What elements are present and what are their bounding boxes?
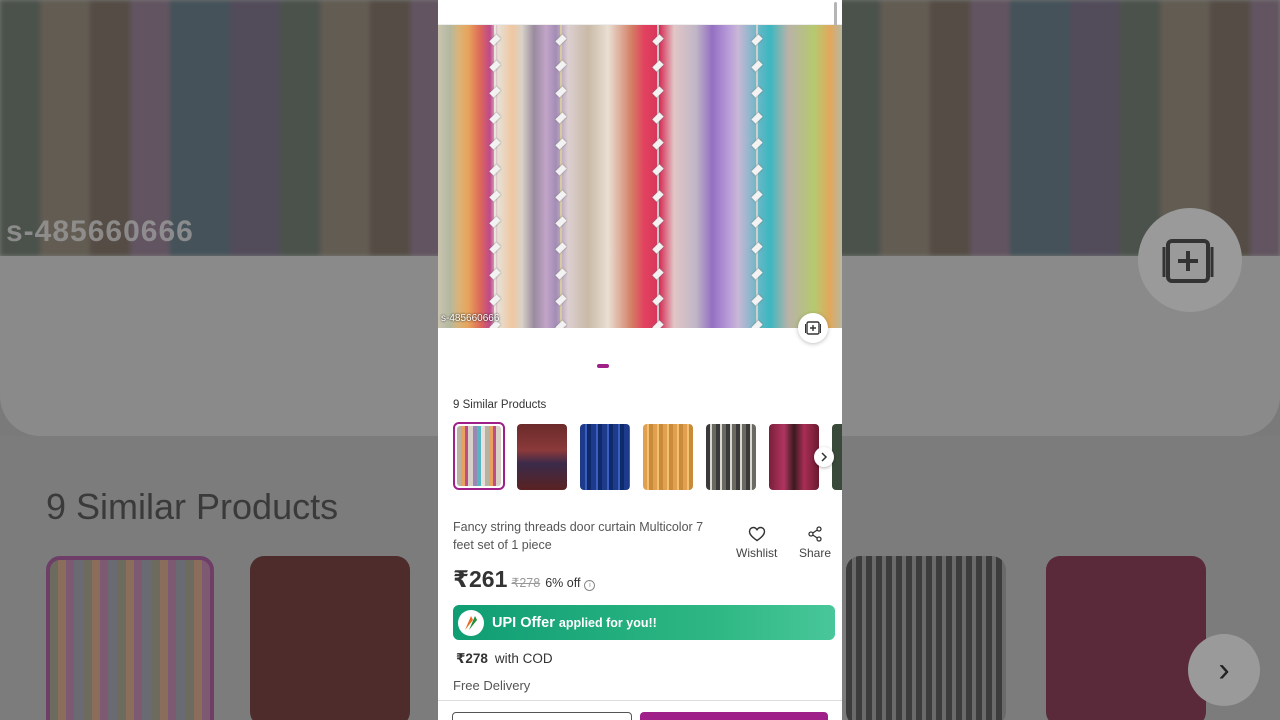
bead (751, 190, 763, 202)
wishlist-button[interactable]: Wishlist (736, 526, 777, 560)
bead (489, 60, 501, 72)
top-bar (438, 0, 842, 25)
bead (652, 34, 664, 46)
selling-price: ₹261 (453, 566, 508, 592)
discount-label: 6% off (545, 576, 581, 590)
background-thumb (250, 556, 410, 720)
bead (652, 320, 664, 328)
add-to-collection-icon (805, 321, 821, 335)
bead (652, 138, 664, 150)
background-thumb (1046, 556, 1206, 720)
bead (652, 268, 664, 280)
cod-label: with COD (494, 651, 553, 666)
bead (555, 190, 567, 202)
bead (751, 112, 763, 124)
share-icon (808, 526, 822, 542)
bead (652, 242, 664, 254)
wishlist-label: Wishlist (736, 546, 778, 560)
similar-product-thumb[interactable] (643, 424, 693, 490)
bead (652, 190, 664, 202)
bead (555, 60, 567, 72)
bead (489, 216, 501, 228)
original-price: ₹278 (511, 576, 541, 590)
bead (489, 112, 501, 124)
bead (652, 60, 664, 72)
bead (489, 164, 501, 176)
info-icon[interactable]: i (584, 580, 596, 591)
bead (555, 294, 567, 306)
bead (751, 268, 763, 280)
similar-next-button[interactable] (814, 447, 834, 467)
background-thumb (46, 556, 214, 720)
image-watermark: s-485660666 (441, 313, 500, 324)
bead (751, 34, 763, 46)
cod-price: ₹278 (456, 651, 488, 666)
add-to-collection-icon (1162, 239, 1214, 283)
bead (652, 294, 664, 306)
bead (555, 138, 567, 150)
similar-product-thumb[interactable] (580, 424, 630, 490)
background-thumb (846, 556, 1006, 720)
bead (489, 86, 501, 98)
heart-outline-icon (748, 526, 765, 542)
product-page: s-485660666 9 Similar Products Fancy str… (438, 0, 842, 720)
bead (489, 294, 501, 306)
buy-now-button[interactable] (640, 712, 828, 720)
share-button[interactable]: Share (799, 526, 831, 560)
similar-product-thumb[interactable] (706, 424, 756, 490)
bead (555, 320, 567, 328)
bead (652, 112, 664, 124)
bead (652, 86, 664, 98)
chevron-right-icon (821, 452, 828, 462)
divider (438, 700, 842, 701)
bead (489, 190, 501, 202)
similar-products-strip (453, 422, 842, 494)
cod-price-row: ₹278 with COD (456, 651, 553, 667)
bead (555, 86, 567, 98)
background-watermark: s-485660666 (6, 215, 194, 248)
upi-offer-banner: UPI Offer applied for you!! (453, 605, 835, 640)
similar-products-title: 9 Similar Products (453, 399, 547, 411)
bead (555, 112, 567, 124)
upi-offer-sub: applied for you!! (558, 615, 657, 630)
similar-product-thumb[interactable] (453, 422, 505, 490)
bead (555, 242, 567, 254)
similar-product-thumb[interactable] (769, 424, 819, 490)
price-row: ₹261 ₹278 6% off i (453, 566, 596, 593)
upi-offer-text: UPI Offer applied for you!! (492, 615, 657, 631)
bead (751, 60, 763, 72)
bead (555, 216, 567, 228)
add-to-cart-button[interactable] (452, 712, 632, 720)
bead (555, 268, 567, 280)
bead (751, 86, 763, 98)
carousel-indicator (597, 364, 609, 368)
bead (555, 164, 567, 176)
bead (751, 164, 763, 176)
product-image[interactable] (438, 25, 842, 328)
view-similar-button[interactable] (798, 313, 828, 343)
bead (751, 242, 763, 254)
bead (652, 164, 664, 176)
bead (489, 138, 501, 150)
bead (489, 242, 501, 254)
bead (489, 268, 501, 280)
bead (751, 294, 763, 306)
share-label: Share (799, 546, 832, 560)
background-next-arrow: › (1188, 634, 1260, 706)
bead (555, 34, 567, 46)
product-name: Fancy string threads door curtain Multic… (453, 520, 704, 552)
similar-product-thumb[interactable] (517, 424, 567, 490)
bead (751, 138, 763, 150)
bead (652, 216, 664, 228)
background-similar-title: 9 Similar Products (46, 486, 339, 527)
bead (489, 34, 501, 46)
background-view-button (1138, 208, 1242, 312)
delivery-label: Free Delivery (453, 678, 531, 693)
upi-logo-icon (458, 609, 484, 636)
bead (751, 216, 763, 228)
upi-offer-main: UPI Offer (492, 614, 555, 631)
bead (751, 320, 763, 328)
